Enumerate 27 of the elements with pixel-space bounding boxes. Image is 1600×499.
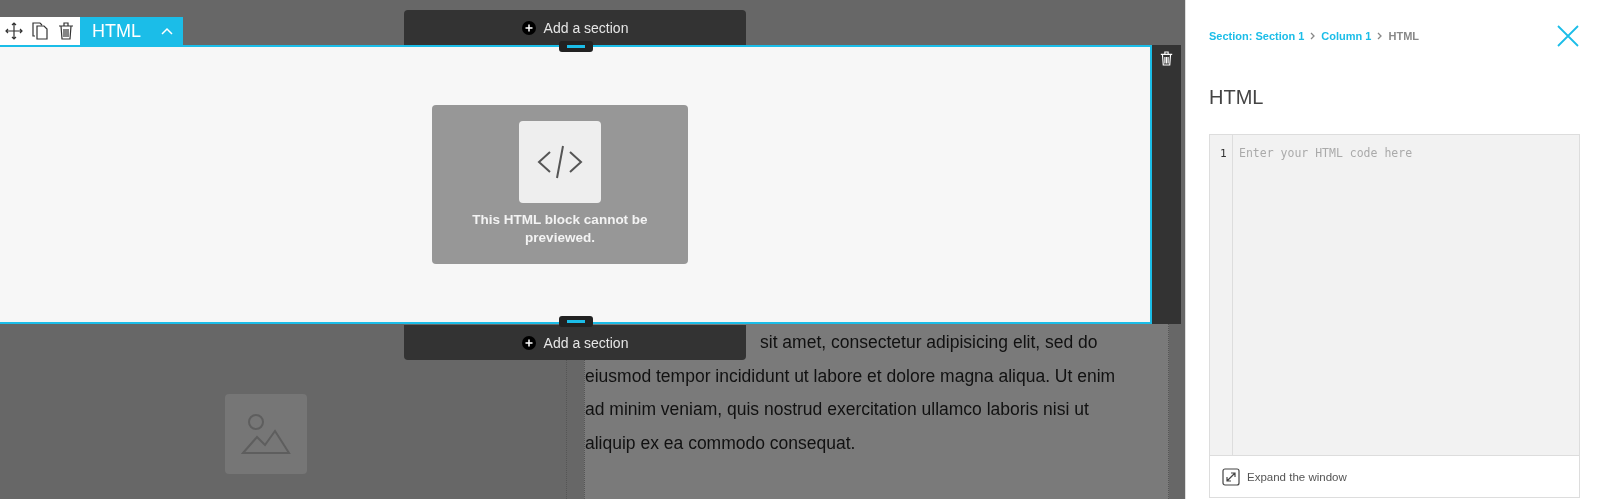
image-icon (241, 413, 291, 455)
chevron-up-icon (161, 27, 173, 35)
add-section-button[interactable]: Add a section (404, 10, 746, 45)
plus-icon (521, 335, 536, 350)
plus-icon (521, 20, 536, 35)
preview-message: This HTML block cannot be previewed. (471, 211, 649, 247)
line-number: 1 (1219, 147, 1228, 160)
trash-icon[interactable] (1160, 51, 1173, 66)
code-icon (536, 144, 584, 180)
trash-icon (58, 22, 74, 40)
breadcrumb-current: HTML (1388, 30, 1420, 42)
move-button[interactable] (4, 21, 24, 41)
text-line: sit amet, consectetur adipisicing elit, sed do (760, 331, 1098, 354)
resize-handle[interactable] (559, 41, 593, 52)
body-paragraph: eiusmod tempor incididunt ut labore et dolore magna aliqua. Ut enim ad minim veniam, quis nostrud exercitation ullamco laboris nisi ut aliquip ex ea commodo consequat. (585, 364, 1117, 455)
code-editor-field[interactable]: 1 Enter your HTML code here (1210, 135, 1579, 455)
delete-button[interactable] (56, 21, 76, 41)
chevron-right-icon (1310, 32, 1316, 40)
panel-title: HTML (1209, 86, 1265, 109)
move-icon (5, 22, 23, 40)
add-section-button[interactable]: Add a section (404, 325, 746, 360)
copy-button[interactable] (30, 21, 50, 41)
resize-handle[interactable] (559, 316, 593, 327)
chevron-right-icon (1377, 32, 1383, 40)
expand-icon (1222, 467, 1240, 486)
code-input[interactable]: Enter your HTML code here (1233, 135, 1579, 455)
copy-icon (32, 22, 48, 40)
